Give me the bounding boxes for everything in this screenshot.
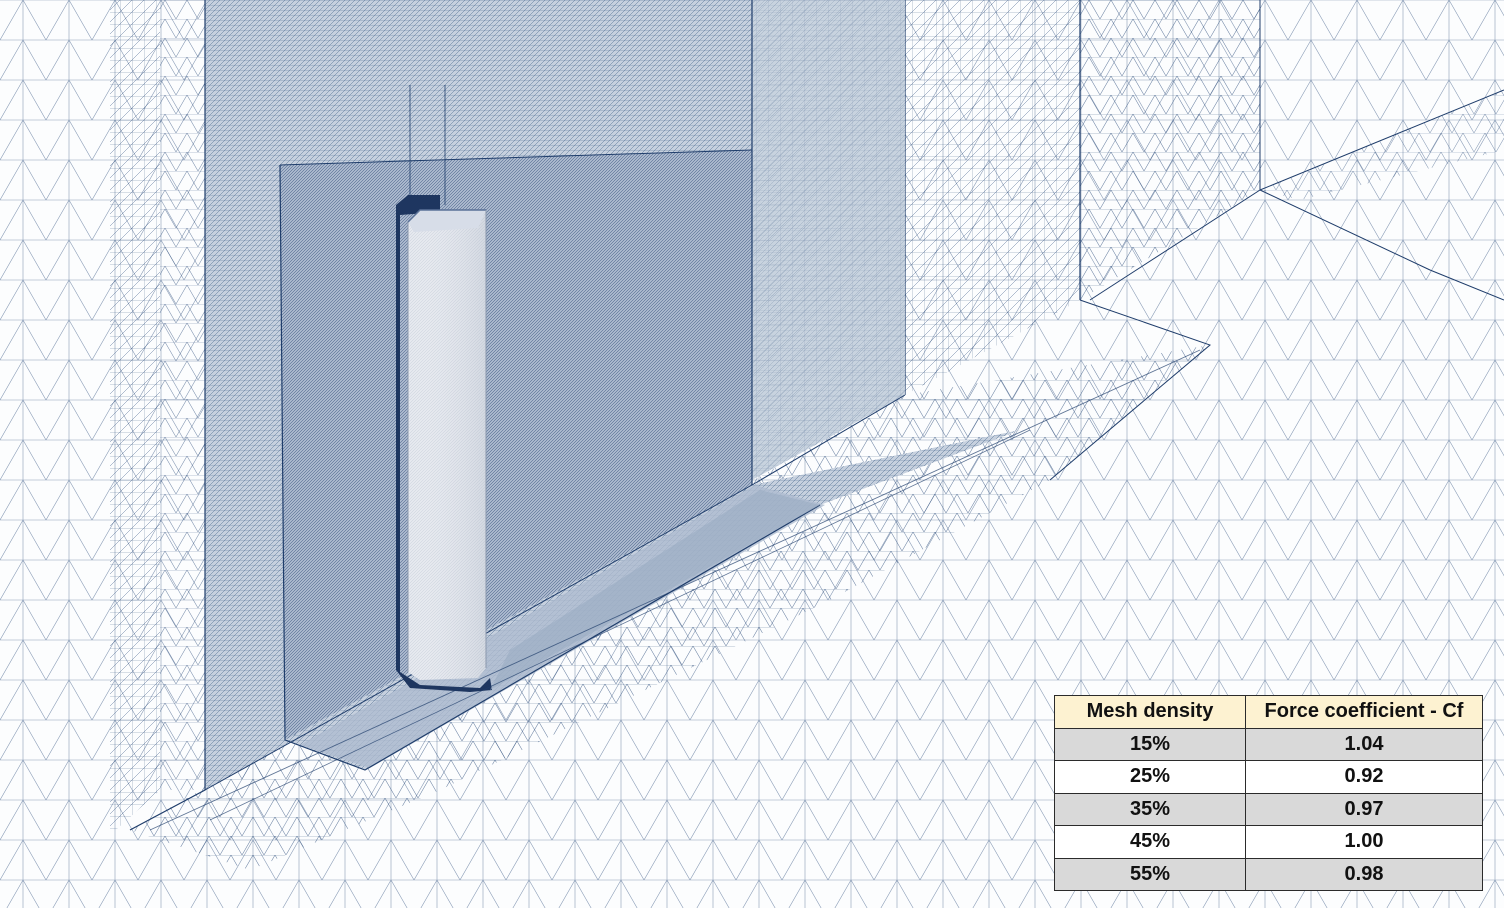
cell-mesh-density: 45% bbox=[1054, 825, 1246, 859]
cell-mesh-density: 55% bbox=[1054, 857, 1246, 891]
header-mesh-density: Mesh density bbox=[1054, 695, 1246, 729]
cell-force-coefficient: 0.92 bbox=[1245, 760, 1483, 794]
left-wall-mesh bbox=[110, 0, 160, 835]
cell-mesh-density: 15% bbox=[1054, 727, 1246, 761]
cell-force-coefficient: 1.00 bbox=[1245, 825, 1483, 859]
left-wall-refinement bbox=[160, 0, 205, 790]
table-row: 45% 1.00 bbox=[1054, 825, 1483, 859]
table-row: 15% 1.04 bbox=[1054, 727, 1483, 761]
cell-force-coefficient: 1.04 bbox=[1245, 727, 1483, 761]
table-row: 55% 0.98 bbox=[1054, 857, 1483, 891]
table-row: 35% 0.97 bbox=[1054, 792, 1483, 826]
table-header-row: Mesh density Force coefficient - Cf bbox=[1054, 695, 1483, 729]
cell-force-coefficient: 0.98 bbox=[1245, 857, 1483, 891]
column-solid bbox=[407, 209, 487, 680]
cell-mesh-density: 35% bbox=[1054, 792, 1246, 826]
table-row: 25% 0.92 bbox=[1054, 760, 1483, 794]
cell-force-coefficient: 0.97 bbox=[1245, 792, 1483, 826]
header-force-coefficient: Force coefficient - Cf bbox=[1245, 695, 1483, 729]
cell-mesh-density: 25% bbox=[1054, 760, 1246, 794]
results-table: Mesh density Force coefficient - Cf 15% … bbox=[1054, 695, 1483, 891]
